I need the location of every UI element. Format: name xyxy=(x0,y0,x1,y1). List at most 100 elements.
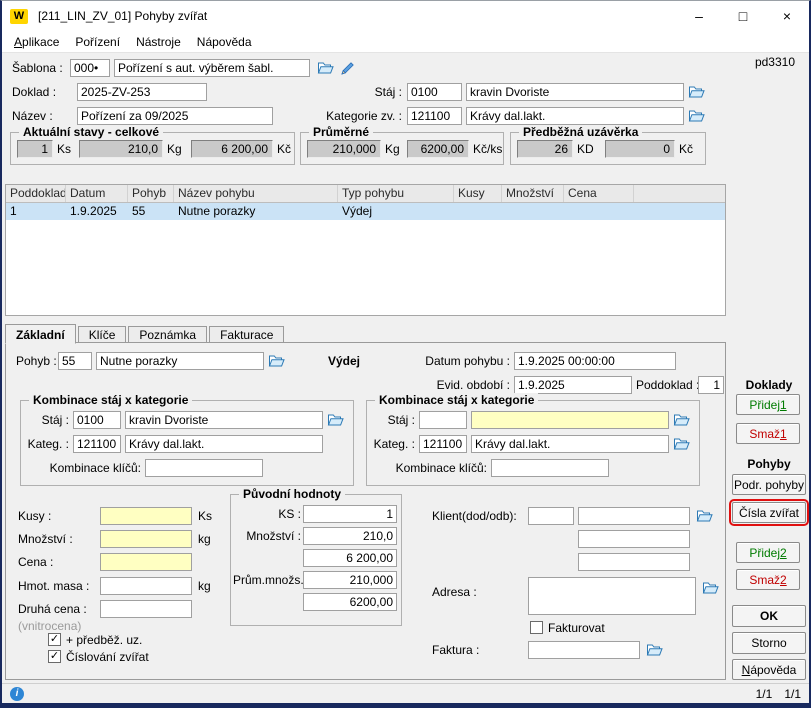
pohyb-label: Pohyb : xyxy=(16,352,57,370)
groupbox-prumerne: Průměrné 210,000 Kg 6200,00 Kč/ks xyxy=(300,132,504,165)
tab-fakturace[interactable]: Fakturace xyxy=(209,326,284,343)
smaz2-button[interactable]: Smaž 2 xyxy=(736,569,800,590)
sablona-code-field[interactable]: 000• xyxy=(70,59,110,77)
kusy-field[interactable] xyxy=(100,507,192,525)
komb-right-staj-name-field[interactable] xyxy=(471,411,669,429)
cisla-zvirat-button[interactable]: Čísla zvířat xyxy=(732,502,806,523)
groupbox-kombinace-left: Kombinace stáj x kategorie Stáj : 0100 k… xyxy=(20,400,354,486)
grid-header-kusy: Kusy xyxy=(454,185,502,202)
komb-right-kateg-code-field[interactable]: 121100 xyxy=(419,435,467,453)
sablona-folder-icon[interactable] xyxy=(317,61,334,75)
komb-left-staj-label: Stáj : xyxy=(23,411,69,429)
datum-pohybu-field[interactable]: 1.9.2025 00:00:00 xyxy=(514,352,676,370)
pohyby-section-title: Pohyby xyxy=(732,457,806,471)
klient-extra2-field[interactable] xyxy=(578,553,690,571)
komb-left-staj-name-field[interactable]: kravin Dvoriste xyxy=(125,411,323,429)
prumerne-kg-value: 210,000 xyxy=(307,140,381,158)
close-button[interactable]: × xyxy=(765,1,809,31)
minimize-button[interactable]: – xyxy=(677,1,721,31)
evid-obdobi-field[interactable]: 1.9.2025 xyxy=(514,376,632,394)
pohyb-folder-icon[interactable] xyxy=(268,354,285,368)
komb-left-staj-folder-icon[interactable] xyxy=(327,413,344,427)
cena-field[interactable] xyxy=(100,553,192,571)
grid-header-datum: Datum xyxy=(66,185,128,202)
komb-right-kateg-name-field[interactable]: Krávy dal.lakt. xyxy=(471,435,669,453)
tab-panel-zakladni: Pohyb : 55 Nutne porazky Výdej Datum poh… xyxy=(5,342,726,680)
adresa-field[interactable] xyxy=(528,577,696,615)
komb-left-staj-code-field[interactable]: 0100 xyxy=(73,411,121,429)
menu-item-porizeni[interactable]: Pořízení xyxy=(67,33,128,51)
puvodni-prum-cena-field[interactable]: 6200,00 xyxy=(303,593,397,611)
maximize-button[interactable]: □ xyxy=(721,1,765,31)
komb-left-klicu-field[interactable] xyxy=(145,459,263,477)
druha-cena-field[interactable] xyxy=(100,600,192,618)
pohyb-name-field[interactable]: Nutne porazky xyxy=(96,352,264,370)
mnozstvi-label: Množství : xyxy=(18,530,73,548)
storno-button[interactable]: Storno xyxy=(732,632,806,654)
klient-extra1-field[interactable] xyxy=(578,530,690,548)
tab-zakladni[interactable]: Základní xyxy=(5,324,76,344)
staj-code-field[interactable]: 0100 xyxy=(407,83,462,101)
poddoklad-field[interactable]: 1 xyxy=(698,376,724,394)
tab-poznamka[interactable]: Poznámka xyxy=(128,326,207,343)
staj-name-field[interactable]: kravin Dvoriste xyxy=(466,83,684,101)
klient-code-field[interactable] xyxy=(528,507,574,525)
komb-right-klicu-field[interactable] xyxy=(491,459,609,477)
smaz1-button[interactable]: Smaž 1 xyxy=(736,423,800,444)
doklady-section-title: Doklady xyxy=(732,378,806,392)
sablona-name-field[interactable]: Pořízení s aut. výběrem šabl. xyxy=(114,59,310,77)
cislovani-zvirat-checkbox[interactable]: ✓ xyxy=(48,650,61,663)
puvodni-cena-field[interactable]: 6 200,00 xyxy=(303,549,397,567)
grid-header-typ-pohybu: Typ pohybu xyxy=(338,185,454,202)
puvodni-ks-field[interactable]: 1 xyxy=(303,505,397,523)
pridej2-button[interactable]: Přidej 2 xyxy=(736,542,800,563)
napoveda-button[interactable]: Nápověda xyxy=(732,659,806,680)
tab-klice[interactable]: Klíče xyxy=(78,326,127,343)
kategorie-name-field[interactable]: Krávy dal.lakt. xyxy=(466,107,684,125)
faktura-field[interactable] xyxy=(528,641,640,659)
pridej1-button[interactable]: Přidej 1 xyxy=(736,394,800,415)
klient-name-field[interactable] xyxy=(578,507,690,525)
menu-item-napoveda[interactable]: Nápověda xyxy=(189,33,260,51)
puvodni-mnozstvi-label: Množství : xyxy=(233,527,301,545)
komb-right-staj-folder-icon[interactable] xyxy=(673,413,690,427)
puvodni-mnozstvi-field[interactable]: 210,0 xyxy=(303,527,397,545)
pohyb-code-field[interactable]: 55 xyxy=(58,352,92,370)
faktura-folder-icon[interactable] xyxy=(646,643,663,657)
ok-button[interactable]: OK xyxy=(732,605,806,627)
title-bar[interactable]: W [211_LIN_ZV_01] Pohyby zvířat – □ × xyxy=(2,1,809,31)
app-logo-icon: W xyxy=(10,9,28,24)
groupbox-aktualni-stavy: Aktuální stavy - celkové 1 Ks 210,0 Kg 6… xyxy=(10,132,295,165)
groupbox-predbezna-uzaverka: Předběžná uzávěrka 26 KD 0 Kč xyxy=(510,132,706,165)
adresa-label: Adresa : xyxy=(432,583,477,601)
fakturovat-checkbox[interactable] xyxy=(530,621,543,634)
adresa-folder-icon[interactable] xyxy=(702,581,719,595)
nazev-field[interactable]: Pořízení za 09/2025 xyxy=(77,107,273,125)
mnozstvi-field[interactable] xyxy=(100,530,192,548)
hmot-masa-field[interactable] xyxy=(100,577,192,595)
komb-left-kateg-label: Kateg. : xyxy=(23,435,69,453)
doklad-field[interactable]: 2025-ZV-253 xyxy=(77,83,207,101)
grid-header-poddoklad: Poddoklad xyxy=(6,185,66,202)
komb-left-kateg-name-field[interactable]: Krávy dal.lakt. xyxy=(125,435,323,453)
poddoklad-label: Poddoklad : xyxy=(636,376,699,394)
grid-row-selected[interactable]: 1 1.9.2025 55 Nutne porazky Výdej xyxy=(6,203,725,220)
predbez-uz-checkbox[interactable]: ✓ xyxy=(48,633,61,646)
menu-item-aplikace[interactable]: Aplikace xyxy=(6,33,67,51)
kategorie-folder-icon[interactable] xyxy=(688,109,705,123)
menu-bar: Aplikace Pořízení Nástroje Nápověda xyxy=(2,31,809,53)
predbezna-kc-value: 0 xyxy=(605,140,675,158)
kategorie-code-field[interactable]: 121100 xyxy=(407,107,462,125)
komb-right-staj-code-field[interactable] xyxy=(419,411,467,429)
komb-left-kateg-code-field[interactable]: 121100 xyxy=(73,435,121,453)
cena-label: Cena : xyxy=(18,553,53,571)
komb-right-kateg-folder-icon[interactable] xyxy=(673,437,690,451)
window-title: [211_LIN_ZV_01] Pohyby zvířat xyxy=(38,9,207,23)
podr-pohyby-button[interactable]: Podr. pohyby xyxy=(732,474,806,495)
staj-folder-icon[interactable] xyxy=(688,85,705,99)
grid-header-mnozstvi: Množství xyxy=(502,185,564,202)
menu-item-nastroje[interactable]: Nástroje xyxy=(128,33,189,51)
puvodni-prum-mnozs-field[interactable]: 210,000 xyxy=(303,571,397,589)
klient-folder-icon[interactable] xyxy=(696,509,713,523)
sablona-edit-icon[interactable] xyxy=(341,61,358,75)
